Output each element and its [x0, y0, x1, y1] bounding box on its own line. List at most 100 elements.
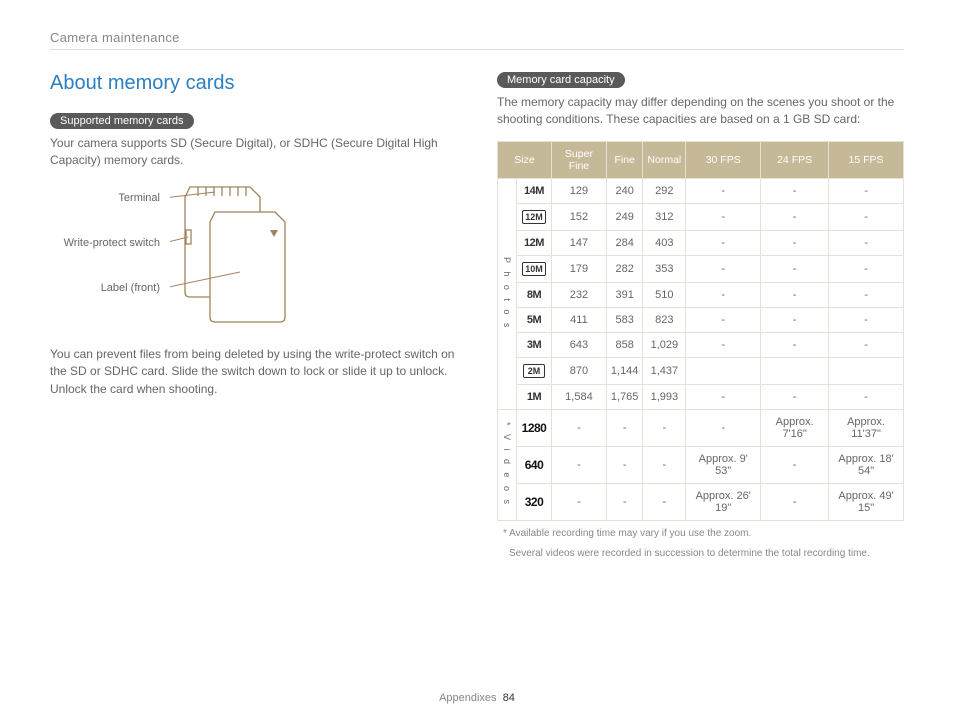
cell-value: 240: [606, 178, 643, 203]
cell-value: 1,993: [643, 384, 686, 409]
cell-value: 870: [552, 357, 607, 384]
cell-value: 858: [606, 332, 643, 357]
cell-value: -: [829, 307, 904, 332]
page-footer: Appendixes 84: [0, 692, 954, 704]
pill-supported-cards: Supported memory cards: [50, 113, 194, 129]
video-size-icon: 1280: [522, 421, 547, 435]
photo-size-icon: 12M: [522, 210, 546, 224]
diagram-label-front: Label (front): [50, 282, 160, 294]
cell-value: Approx. 7'16": [761, 409, 829, 446]
page-number: 84: [503, 692, 515, 704]
table-header-row: Size Super Fine Fine Normal 30 FPS 24 FP…: [498, 141, 904, 178]
cell-value: -: [552, 409, 607, 446]
th-24fps: 24 FPS: [761, 141, 829, 178]
table-row: 3M6438581,029---: [498, 332, 904, 357]
th-normal: Normal: [643, 141, 686, 178]
cell-size: 1280: [517, 409, 552, 446]
group-photos: P h o t o s: [498, 178, 517, 409]
cell-value: -: [761, 255, 829, 282]
cell-value: -: [606, 446, 643, 483]
cell-value: 147: [552, 230, 607, 255]
cell-value: 284: [606, 230, 643, 255]
page-title: About memory cards: [50, 72, 457, 95]
cell-value: -: [643, 409, 686, 446]
photo-size-icon: 3M: [521, 339, 547, 351]
cell-value: -: [829, 332, 904, 357]
right-column: Memory card capacity The memory capacity…: [497, 72, 904, 561]
cell-value: -: [829, 282, 904, 307]
cell-size: 1M: [517, 384, 552, 409]
cell-value: 1,144: [606, 357, 643, 384]
cell-value: -: [761, 384, 829, 409]
cell-value: 152: [552, 203, 607, 230]
cell-value: 249: [606, 203, 643, 230]
cell-value: 391: [606, 282, 643, 307]
group-videos: * V i d e o s: [498, 409, 517, 520]
cell-value: -: [761, 203, 829, 230]
cell-size: 14M: [517, 178, 552, 203]
table-row: 12M147284403---: [498, 230, 904, 255]
photo-size-icon: 10M: [522, 262, 546, 276]
table-row: 640---Approx. 9' 53"-Approx. 18' 54": [498, 446, 904, 483]
cell-value: Approx. 49' 15": [829, 483, 904, 520]
section-header: Camera maintenance: [50, 30, 904, 50]
photo-size-icon: 1M: [521, 391, 547, 403]
cell-value: Approx. 9' 53": [686, 446, 761, 483]
table-row: 8M232391510---: [498, 282, 904, 307]
cell-value: -: [761, 483, 829, 520]
cell-value: 411: [552, 307, 607, 332]
cell-value: -: [761, 282, 829, 307]
table-row: 320---Approx. 26' 19"-Approx. 49' 15": [498, 483, 904, 520]
cell-value: -: [686, 384, 761, 409]
cell-size: 12M: [517, 230, 552, 255]
cell-value: Approx. 26' 19": [686, 483, 761, 520]
th-15fps: 15 FPS: [829, 141, 904, 178]
cell-value: -: [829, 203, 904, 230]
table-row: P h o t o s14M129240292---: [498, 178, 904, 203]
cell-value: -: [829, 384, 904, 409]
cell-value: 403: [643, 230, 686, 255]
cell-value: 232: [552, 282, 607, 307]
cell-value: 583: [606, 307, 643, 332]
cell-size: 5M: [517, 307, 552, 332]
diagram-label-terminal: Terminal: [50, 192, 160, 204]
th-fine: Fine: [606, 141, 643, 178]
cell-value: -: [643, 446, 686, 483]
pill-capacity: Memory card capacity: [497, 72, 625, 88]
table-row: 2M8701,1441,437: [498, 357, 904, 384]
cell-value: -: [761, 446, 829, 483]
cell-value: -: [829, 230, 904, 255]
table-row: 5M411583823---: [498, 307, 904, 332]
sd-card-diagram: Terminal Write-protect switch Label (fro…: [50, 182, 457, 332]
video-size-icon: 640: [525, 458, 544, 472]
cell-value: 353: [643, 255, 686, 282]
photo-size-icon: 14M: [521, 185, 547, 197]
cell-value: -: [643, 483, 686, 520]
supported-text: Your camera supports SD (Secure Digital)…: [50, 135, 457, 170]
cell-size: 12M: [517, 203, 552, 230]
cell-value: -: [829, 178, 904, 203]
cell-value: [829, 357, 904, 384]
cell-size: 320: [517, 483, 552, 520]
footer-label: Appendixes: [439, 692, 497, 704]
cell-value: -: [761, 307, 829, 332]
cell-value: 292: [643, 178, 686, 203]
cell-value: [761, 357, 829, 384]
sd-card-icon: [170, 182, 330, 327]
cell-value: -: [686, 409, 761, 446]
cell-value: -: [552, 483, 607, 520]
cell-value: Approx. 11'37": [829, 409, 904, 446]
cell-value: -: [686, 178, 761, 203]
cell-size: 3M: [517, 332, 552, 357]
cell-size: 2M: [517, 357, 552, 384]
photo-size-icon: 12M: [521, 237, 547, 249]
footnote-1: * Available recording time may vary if y…: [497, 527, 904, 541]
wp-text: You can prevent files from being deleted…: [50, 346, 457, 398]
cell-value: 823: [643, 307, 686, 332]
th-30fps: 30 FPS: [686, 141, 761, 178]
capacity-table: Size Super Fine Fine Normal 30 FPS 24 FP…: [497, 141, 904, 521]
cell-value: 1,584: [552, 384, 607, 409]
cell-size: 8M: [517, 282, 552, 307]
cell-value: -: [606, 409, 643, 446]
table-row: 12M152249312---: [498, 203, 904, 230]
